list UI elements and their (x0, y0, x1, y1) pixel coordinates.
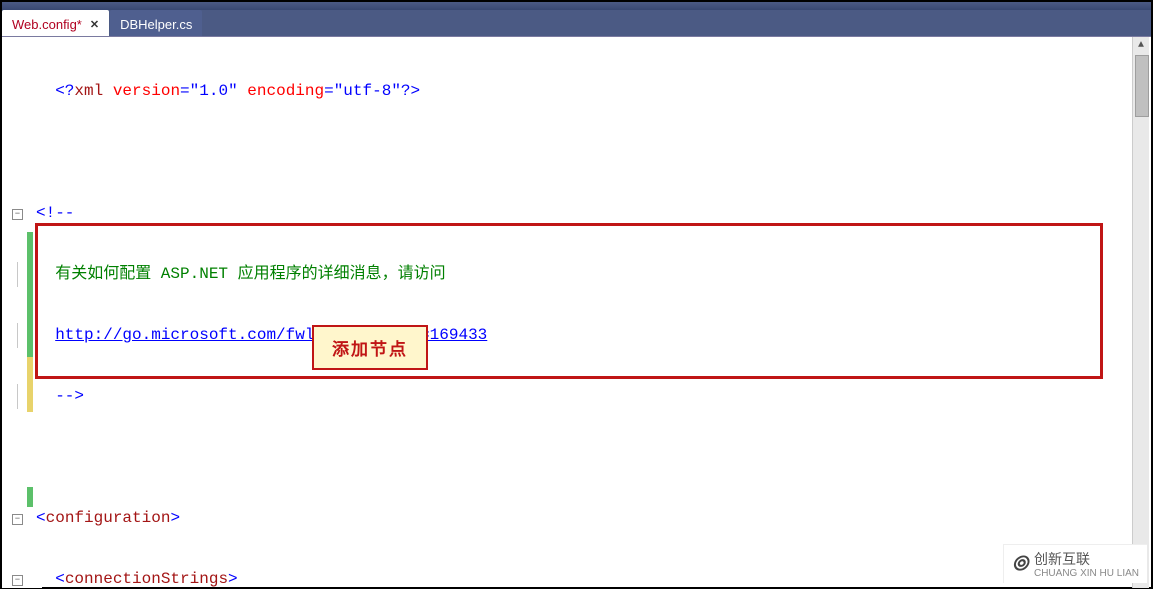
tab-label: Web.config* (12, 17, 82, 32)
code-line[interactable] (36, 445, 1133, 470)
scrollbar-thumb[interactable] (1135, 55, 1149, 117)
watermark-brand: 创新互联 (1034, 549, 1139, 569)
modified-marker (27, 232, 33, 357)
watermark: ⦾ 创新互联 CHUANG XIN HU LIAN (1003, 544, 1147, 583)
code-line[interactable]: −<configuration> (36, 506, 1133, 531)
tab-label: DBHelper.cs (120, 17, 192, 32)
code-editor[interactable]: <?xml version="1.0" encoding="utf-8"?> −… (2, 37, 1151, 588)
modified-marker (27, 487, 33, 507)
code-line[interactable]: <?xml version="1.0" encoding="utf-8"?> (36, 79, 1133, 104)
titlebar (2, 2, 1151, 10)
annotation-label: 添加节点 (312, 325, 428, 370)
unsaved-marker (27, 357, 33, 412)
close-icon[interactable]: ✕ (90, 18, 99, 31)
ide-window: Web.config* ✕ DBHelper.cs <?xml version=… (0, 0, 1153, 589)
fold-toggle[interactable]: − (12, 209, 23, 220)
watermark-logo-icon: ⦾ (1012, 553, 1028, 576)
tabbar: Web.config* ✕ DBHelper.cs (2, 10, 1151, 37)
watermark-sub: CHUANG XIN HU LIAN (1034, 569, 1139, 579)
tab-web-config[interactable]: Web.config* ✕ (2, 10, 109, 36)
scroll-up-icon[interactable]: ▲ (1133, 37, 1149, 53)
annotation-box (35, 223, 1103, 379)
fold-toggle[interactable]: − (12, 575, 23, 586)
vertical-scrollbar[interactable]: ▲ ▼ (1132, 37, 1149, 588)
code-line[interactable]: --> (36, 384, 1133, 409)
code-line[interactable]: − <connectionStrings> (36, 567, 1133, 588)
fold-toggle[interactable]: − (12, 514, 23, 525)
gutter (2, 37, 27, 588)
tab-dbhelper[interactable]: DBHelper.cs (110, 10, 202, 36)
code-line[interactable] (36, 140, 1133, 165)
